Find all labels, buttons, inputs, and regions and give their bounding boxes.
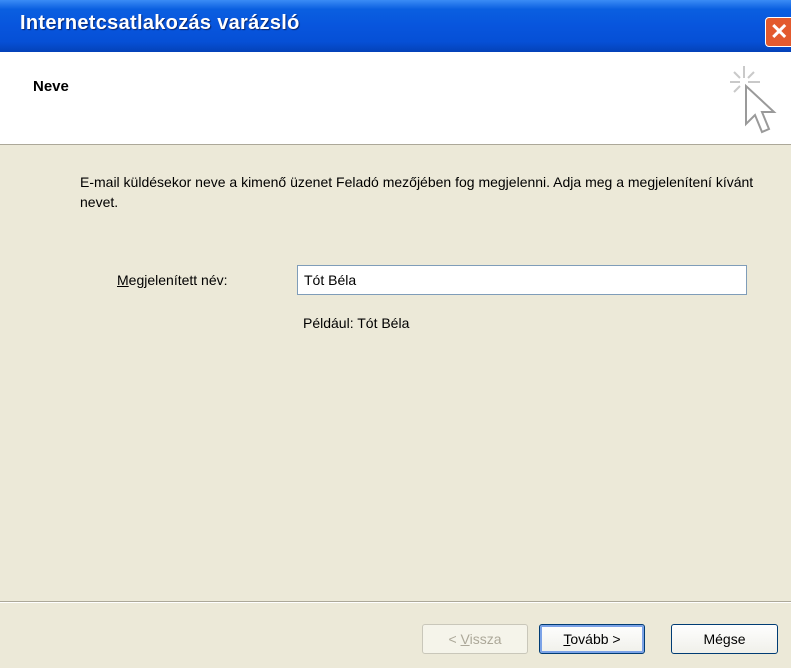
wizard-window: Internetcsatlakozás varázsló ✕ Neve E-ma… [0, 0, 791, 668]
header-panel: Neve [0, 52, 791, 145]
back-button[interactable]: < Vissza [422, 624, 528, 654]
description-text: E-mail küldésekor neve a kimenő üzenet F… [80, 174, 754, 210]
window-title: Internetcsatlakozás varázsló [20, 12, 300, 34]
next-rest: ovább > [570, 631, 621, 647]
title-bar[interactable]: Internetcsatlakozás varázsló ✕ [0, 0, 791, 52]
label-rest: egjelenített név: [128, 272, 228, 288]
display-name-label: Megjelenített név: [117, 272, 228, 288]
page-title: Neve [33, 78, 69, 95]
next-button[interactable]: Tovább > [539, 624, 645, 654]
footer-separator [0, 601, 791, 603]
cancel-button[interactable]: Mégse [671, 624, 778, 654]
back-prefix: < [448, 631, 461, 647]
example-text: Például: Tót Béla [303, 315, 410, 331]
label-mnemonic: M [117, 272, 129, 288]
wizard-cursor-icon [730, 66, 777, 134]
display-name-input[interactable] [297, 265, 747, 295]
back-rest: issza [469, 631, 502, 647]
close-button[interactable]: ✕ [765, 17, 791, 47]
close-icon: ✕ [770, 19, 789, 44]
back-mnemonic: V [460, 631, 470, 647]
